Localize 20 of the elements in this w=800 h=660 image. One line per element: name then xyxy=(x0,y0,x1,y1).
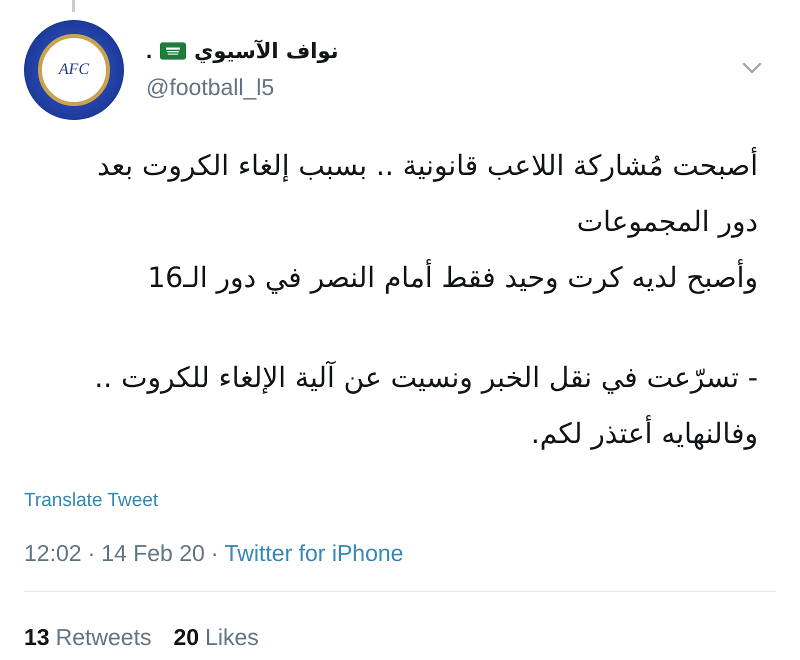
logo-text: AFC xyxy=(58,61,90,79)
tweet-date: 14 Feb 20 xyxy=(101,540,205,567)
tweet-text: - تسرّعت في نقل الخبر ونسيت عن آلية الإلغاء للكروت .. وفالنهايه أعتذر لكم. xyxy=(93,360,758,452)
chevron-icon[interactable] xyxy=(742,62,762,74)
separator-dot: · xyxy=(88,540,96,567)
avatar[interactable]: AFC xyxy=(24,20,124,120)
stat-label[interactable]: Retweets xyxy=(56,624,152,651)
flag-icon xyxy=(160,42,186,60)
source-link[interactable]: Twitter for iPhone xyxy=(224,540,404,567)
translate-link[interactable]: Translate Tweet xyxy=(24,490,158,512)
user-handle[interactable]: @football_l5 xyxy=(146,74,742,101)
name-suffix: . xyxy=(146,38,152,64)
tweet-text: أصبحت مُشاركة اللاعب قانونية .. بسبب إلغاء الكروت بعد دور المجموعات xyxy=(96,146,758,240)
display-name[interactable]: نواف الآسيوي xyxy=(194,39,339,63)
tweet-time: 12:02 xyxy=(24,540,82,567)
stat-label[interactable]: Likes xyxy=(205,624,259,651)
tweet-text: وأصبح لديه كرت وحيد فقط أمام النصر في دور الـ16 xyxy=(146,258,758,296)
stat-count: 20 xyxy=(173,624,200,651)
separator-dot: · xyxy=(210,540,218,567)
stat-count: 13 xyxy=(24,624,50,651)
